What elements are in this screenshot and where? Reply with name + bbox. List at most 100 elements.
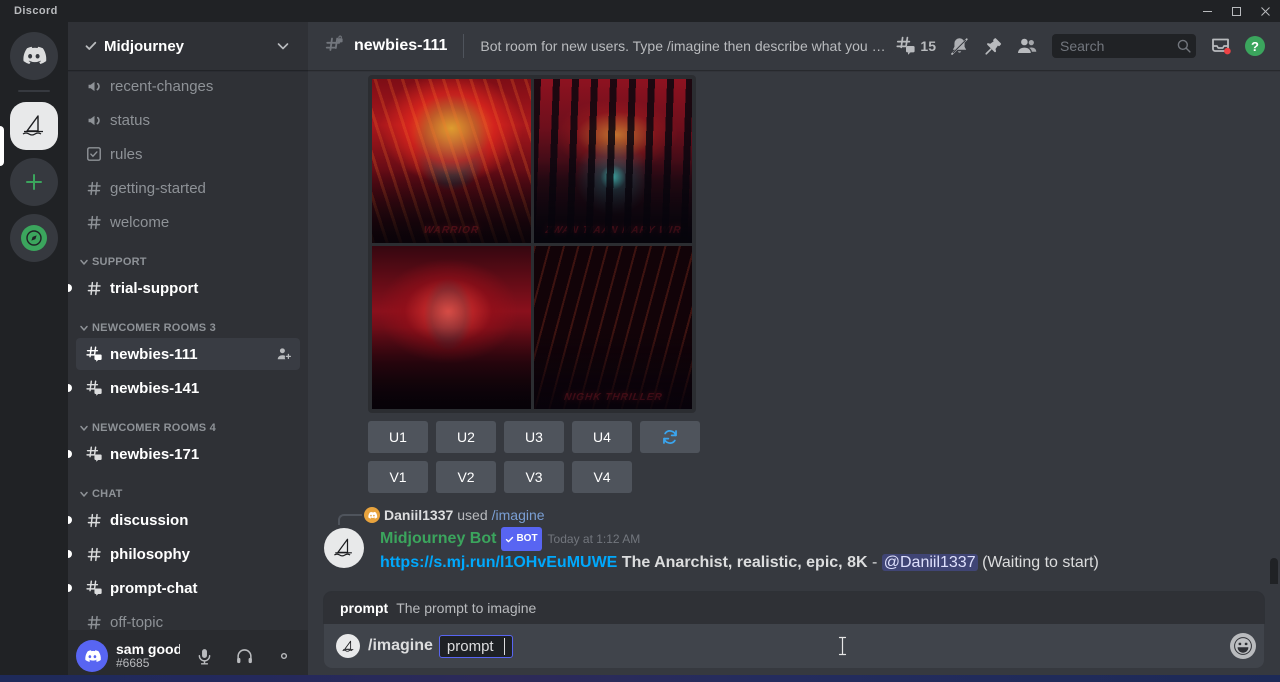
hash-icon xyxy=(84,510,104,530)
message-input[interactable]: /imagine prompt xyxy=(324,624,1264,668)
discord-logo-icon xyxy=(367,510,378,521)
grid-image-2[interactable]: ZWAN TIAAN MARY WIR xyxy=(534,79,693,243)
avatar[interactable] xyxy=(364,507,380,523)
sidebar-item-home[interactable] xyxy=(10,32,58,80)
message-list[interactable]: WARRIOR ZWAN TIAAN MARY WIR NIGHK THRILL… xyxy=(308,70,1280,584)
username: sam good... xyxy=(116,641,180,657)
chevron-down-icon xyxy=(78,256,90,268)
sidebar-item-recent-changes[interactable]: recent-changes xyxy=(76,70,300,102)
message-list-inner: WARRIOR ZWAN TIAAN MARY WIR NIGHK THRILL… xyxy=(308,75,1280,584)
reroll-icon xyxy=(661,428,679,446)
threads-button[interactable]: 15 xyxy=(891,29,942,63)
upscale-button-u2[interactable]: U2 xyxy=(436,421,496,453)
user-mention[interactable]: @Daniil1337 xyxy=(882,554,978,571)
channel-topic[interactable]: Bot room for new users. Type /imagine th… xyxy=(480,38,890,54)
message-scrollbar[interactable] xyxy=(1270,78,1278,580)
command-name[interactable]: /imagine xyxy=(492,507,545,523)
plus-icon xyxy=(24,172,44,192)
chevron-down-icon xyxy=(78,488,90,500)
variation-button-v4[interactable]: V4 xyxy=(572,461,632,493)
chevron-down-icon[interactable] xyxy=(274,37,292,55)
upscale-button-u3[interactable]: U3 xyxy=(504,421,564,453)
category-newcomer-rooms-4[interactable]: NEWCOMER ROOMS 4 xyxy=(68,406,308,438)
prompt-text: The Anarchist, realistic, epic, 8K xyxy=(622,554,868,571)
notification-settings-button[interactable] xyxy=(942,29,976,63)
sidebar-item-off-topic[interactable]: off-topic xyxy=(76,606,300,630)
sidebar-item-prompt-chat[interactable]: prompt-chat xyxy=(76,572,300,604)
hash-icon xyxy=(84,544,104,564)
sidebar-item-label: prompt-chat xyxy=(110,580,198,597)
avatar[interactable] xyxy=(324,528,364,568)
chevron-down-icon xyxy=(78,322,90,334)
category-label: SUPPORT xyxy=(92,256,147,268)
reroll-button[interactable] xyxy=(640,421,700,453)
header-divider xyxy=(463,34,464,58)
user-info[interactable]: sam good... #6685 xyxy=(116,641,180,671)
mute-button[interactable] xyxy=(188,640,220,672)
sidebar-item-label: off-topic xyxy=(110,614,163,631)
category-chat[interactable]: CHAT xyxy=(68,472,308,504)
channel-list[interactable]: recent-changes status rules xyxy=(68,70,308,630)
app-body: Midjourney recent-changes sta xyxy=(0,22,1280,682)
sidebar-item-explore-servers[interactable] xyxy=(10,214,58,262)
add-member-icon[interactable] xyxy=(276,346,292,362)
scrollbar-thumb[interactable] xyxy=(1270,558,1278,584)
app-name: Discord xyxy=(0,5,58,17)
avatar[interactable] xyxy=(76,640,108,672)
minimize-button[interactable] xyxy=(1193,0,1222,22)
member-list-button[interactable] xyxy=(1010,29,1044,63)
message-attachment[interactable]: WARRIOR ZWAN TIAAN MARY WIR NIGHK THRILL… xyxy=(308,75,1280,413)
inbox-button[interactable] xyxy=(1204,29,1238,63)
user-settings-button[interactable] xyxy=(268,640,300,672)
sidebar-item-philosophy[interactable]: philosophy xyxy=(76,538,300,570)
command-invoker[interactable]: Daniil1337 xyxy=(384,507,453,523)
bot-badge: BOT xyxy=(501,527,541,551)
hash-thread-icon xyxy=(84,344,104,364)
pinned-messages-button[interactable] xyxy=(976,29,1010,63)
help-button[interactable]: ? xyxy=(1238,29,1272,63)
sidebar-item-discussion[interactable]: discussion xyxy=(76,504,300,536)
grid-image-1[interactable]: WARRIOR xyxy=(372,79,531,243)
guild-header[interactable]: Midjourney xyxy=(68,22,308,70)
grid-image-3[interactable] xyxy=(372,246,531,410)
page-title: newbies-111 xyxy=(354,37,447,55)
category-newcomer-rooms-3[interactable]: NEWCOMER ROOMS 3 xyxy=(68,306,308,338)
category-support[interactable]: SUPPORT xyxy=(68,240,308,272)
sidebar-item-status[interactable]: status xyxy=(76,104,300,136)
compass-icon xyxy=(21,225,47,251)
sidebar-item-rules[interactable]: rules xyxy=(76,138,300,170)
prompt-link[interactable]: https://s.mj.run/l1OHvEuMUWE xyxy=(380,554,617,571)
composer-arg-pill[interactable]: prompt xyxy=(439,635,513,658)
active-server-pill xyxy=(0,126,4,166)
sidebar-item-welcome[interactable]: welcome xyxy=(76,206,300,238)
message-author[interactable]: Midjourney Bot xyxy=(380,528,496,550)
search-input[interactable]: Search xyxy=(1052,34,1196,58)
upscale-button-u1[interactable]: U1 xyxy=(368,421,428,453)
variation-button-v2[interactable]: V2 xyxy=(436,461,496,493)
sidebar-item-midjourney-server[interactable] xyxy=(10,102,58,150)
channel-sidebar: Midjourney recent-changes sta xyxy=(68,22,308,682)
sidebar-item-getting-started[interactable]: getting-started xyxy=(76,172,300,204)
guild-name: Midjourney xyxy=(104,38,274,55)
maximize-button[interactable] xyxy=(1222,0,1251,22)
sidebar-item-trial-support[interactable]: trial-support xyxy=(76,272,300,304)
variation-button-v3[interactable]: V3 xyxy=(504,461,564,493)
emoji-icon[interactable] xyxy=(1230,633,1256,659)
upscale-button-u4[interactable]: U4 xyxy=(572,421,632,453)
members-icon xyxy=(1016,35,1038,57)
composer-arg-label: prompt xyxy=(447,638,494,655)
message[interactable]: Daniil1337 used /imagine xyxy=(308,503,1280,576)
sidebar-item-newbies-171[interactable]: newbies-171 xyxy=(76,438,300,470)
sidebar-item-add-server[interactable] xyxy=(10,158,58,206)
sidebar-item-label: rules xyxy=(110,146,143,163)
midjourney-image-grid[interactable]: WARRIOR ZWAN TIAAN MARY WIR NIGHK THRILL… xyxy=(368,75,696,413)
sidebar-item-label: discussion xyxy=(110,512,188,529)
variation-button-v1[interactable]: V1 xyxy=(368,461,428,493)
close-button[interactable] xyxy=(1251,0,1280,22)
pin-icon xyxy=(983,36,1004,57)
sidebar-item-newbies-111[interactable]: newbies-111 xyxy=(76,338,300,370)
sidebar-item-newbies-141[interactable]: newbies-141 xyxy=(76,372,300,404)
deafen-button[interactable] xyxy=(228,640,260,672)
grid-image-4[interactable]: NIGHK THRILLER xyxy=(534,246,693,410)
unread-indicator xyxy=(68,516,72,524)
